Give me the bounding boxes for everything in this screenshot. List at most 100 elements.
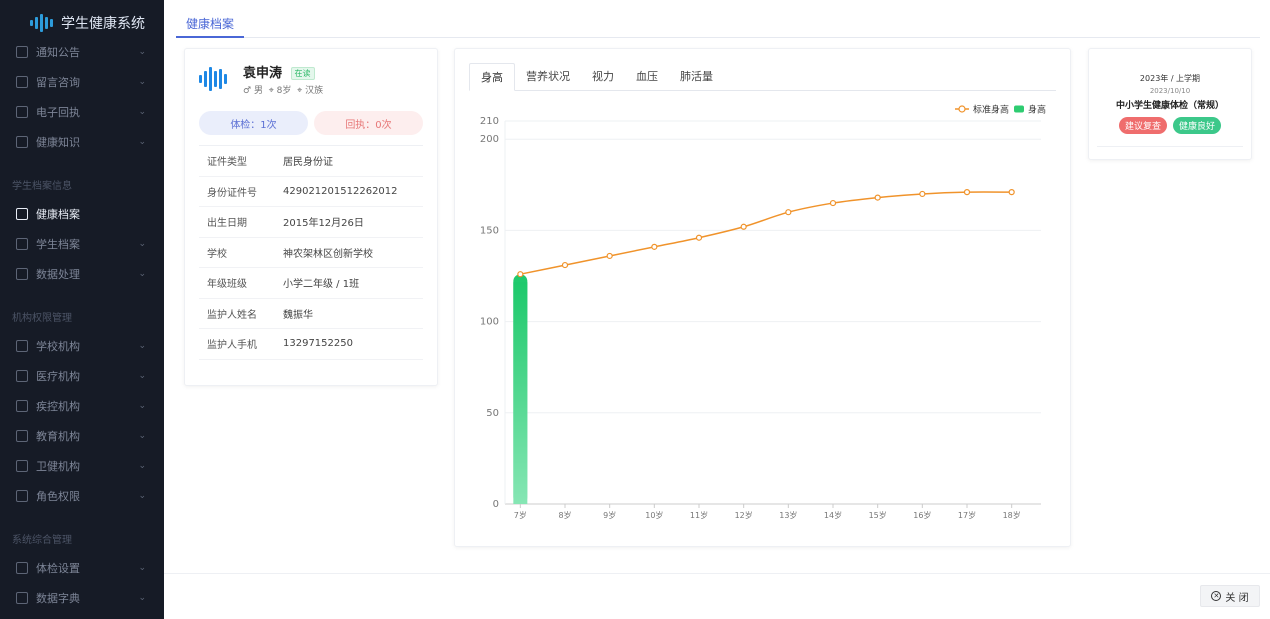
chart-tab[interactable]: 视力 [581,63,625,91]
x-tick-label: 8岁 [558,510,571,520]
x-tick-label: 17岁 [958,510,976,520]
sidebar-item-label: 数据字典 [36,592,80,605]
chevron-down-icon: ⌄ [138,269,146,279]
sidebar-group-title: 机构权限管理 [12,312,72,324]
info-key: 监护人手机 [207,340,257,352]
sidebar-item[interactable]: 学生档案 ⌄ [0,229,164,259]
sidebar-item[interactable]: 疾控机构 ⌄ [0,391,164,421]
sidebar-item-label: 健康知识 [36,136,80,149]
y-tick-label: 200 [480,134,499,145]
x-tick-label: 11岁 [690,510,708,520]
line-point [919,190,926,198]
sidebar-item[interactable]: 健康档案 [0,199,164,229]
sidebar-item-label: 健康档案 [36,208,80,221]
receipt-icon [16,106,28,118]
sidebar-item[interactable]: 通知公告 ⌄ [0,37,164,67]
sidebar-item[interactable]: 体检设置 ⌄ [0,553,164,583]
sidebar-item[interactable]: 教育机构 ⌄ [0,421,164,451]
chevron-down-icon: ⌄ [138,491,146,501]
sidebar-group-title: 学生档案信息 [12,180,72,192]
hospital-icon [16,370,28,382]
x-tick-label: 10岁 [645,510,663,520]
healthy-tag: 健康良好 [1173,117,1222,134]
message-icon [16,76,28,88]
sidebar-item-label: 数据处理 [36,268,80,281]
sidebar-group-title: 系统综合管理 [12,534,72,546]
sidebar-item[interactable]: 电子回执 ⌄ [0,97,164,127]
sidebar-item[interactable]: 角色权限 ⌄ [0,481,164,511]
x-tick-label: 9岁 [603,510,616,520]
network-icon [16,268,28,280]
info-row: 出生日期 2015年12月26日 [199,207,423,238]
line-point [829,199,837,207]
info-key: 年级班级 [207,279,247,291]
line-point [740,223,747,230]
info-row: 年级班级 小学二年级 / 1班 [199,268,423,299]
sidebar-item[interactable]: 医疗机构 ⌄ [0,361,164,391]
info-key: 监护人姓名 [207,309,257,321]
exam-date: 2023/10/10 [1149,87,1191,95]
line-point [874,194,881,201]
exam-count-pill[interactable]: 体检：1次 [199,111,308,135]
chevron-down-icon: ⌄ [138,77,146,87]
receipt-count-pill[interactable]: 回执：0次 [314,111,423,135]
sidebar-item-label: 电子回执 [36,106,80,119]
sidebar-item[interactable]: 卫健机构 ⌄ [0,451,164,481]
chevron-down-icon: ⌄ [138,593,146,603]
chart-tab[interactable]: 血压 [625,63,669,91]
line-point [785,209,792,216]
tab-health-record[interactable]: 健康档案 [176,12,245,38]
sidebar-item[interactable]: 学校机构 ⌄ [0,331,164,361]
chevron-down-icon: ⌄ [138,563,146,573]
chevron-down-icon: ⌄ [138,401,146,411]
count-pills: 体检：1次 回执：0次 [199,111,423,135]
chevron-down-icon: ⌄ [138,239,146,249]
info-row: 监护人姓名 魏振华 [199,299,423,329]
sidebar-item-label: 通知公告 [36,46,80,59]
avatar [199,64,233,94]
y-tick-label: 100 [480,317,499,328]
school-icon [16,340,28,352]
x-tick-label: 13岁 [779,510,797,520]
status-badge: 在读 [290,67,315,80]
exam-record-card[interactable]: 2023年 / 上学期 2023/10/10 中小学生健康体检（常规） 建议复查… [1088,48,1252,160]
exam-title: 中小学生健康体检（常规） [1115,101,1224,111]
info-key: 出生日期 [207,218,247,230]
legend-label: 标准身高 [973,104,1009,116]
chart-tab[interactable]: 肺活量 [669,63,724,91]
sidebar-item[interactable]: 健康知识 ⌄ [0,127,164,157]
line-point [651,243,658,250]
y-tick-label: 150 [480,225,499,236]
info-value: 2015年12月26日 [283,218,364,230]
location-pin-icon: ⌖ [268,86,274,96]
chart-tab[interactable]: 营养状况 [515,63,581,91]
line-point [1008,189,1015,196]
sidebar-item[interactable]: 数据字典 ⌄ [0,583,164,613]
profile-header: 袁申涛 在读 ♂ 男 ⌖ 8岁 ⌖ 汉族 [199,63,423,96]
growth-chart-card: 身高 营养状况 视力 血压 肺活量 0 50 100 150 200 210 7岁 8岁 9岁 10岁 11… [454,48,1071,547]
y-tick-label: 210 [480,116,499,127]
close-button[interactable]: ✕ 关 闭 [1200,585,1260,607]
file-plus-icon [16,208,28,220]
close-icon: ✕ [1211,591,1222,601]
role-icon [16,490,28,502]
info-value: 13297152250 [283,338,353,350]
sidebar-item-label: 学生档案 [36,238,80,251]
location-pin-icon: ⌖ [297,86,303,96]
x-tick-label: 14岁 [824,510,842,520]
student-name: 袁申涛 [243,66,283,81]
bar-body [513,282,528,504]
sidebar-item-label: 留言咨询 [36,76,80,89]
info-row: 监护人手机 13297152250 [199,329,423,360]
chevron-down-icon: ⌄ [138,107,146,117]
chart-tab[interactable]: 身高 [469,63,515,91]
sidebar: 学生健康系统 通知公告 ⌄ 留言咨询 ⌄ 电子回执 ⌄ 健康知识 ⌄ 学生档案信息 健康档案 学生档… [0,0,164,619]
line-point [517,271,524,278]
profile-info-table: 证件类型 居民身份证 身份证件号 429021201512262012 出生日期 2015… [199,145,423,360]
age: 8岁 [276,86,292,96]
height-chart: 0 50 100 150 200 210 7岁 8岁 9岁 10岁 11岁 12岁 13岁 14岁 15岁 1… [480,104,1046,521]
chart-tabs: 身高 营养状况 视力 血压 肺活量 [469,63,1056,91]
info-value: 居民身份证 [283,157,333,169]
sidebar-item[interactable]: 留言咨询 ⌄ [0,67,164,97]
sidebar-item[interactable]: 数据处理 ⌄ [0,259,164,289]
